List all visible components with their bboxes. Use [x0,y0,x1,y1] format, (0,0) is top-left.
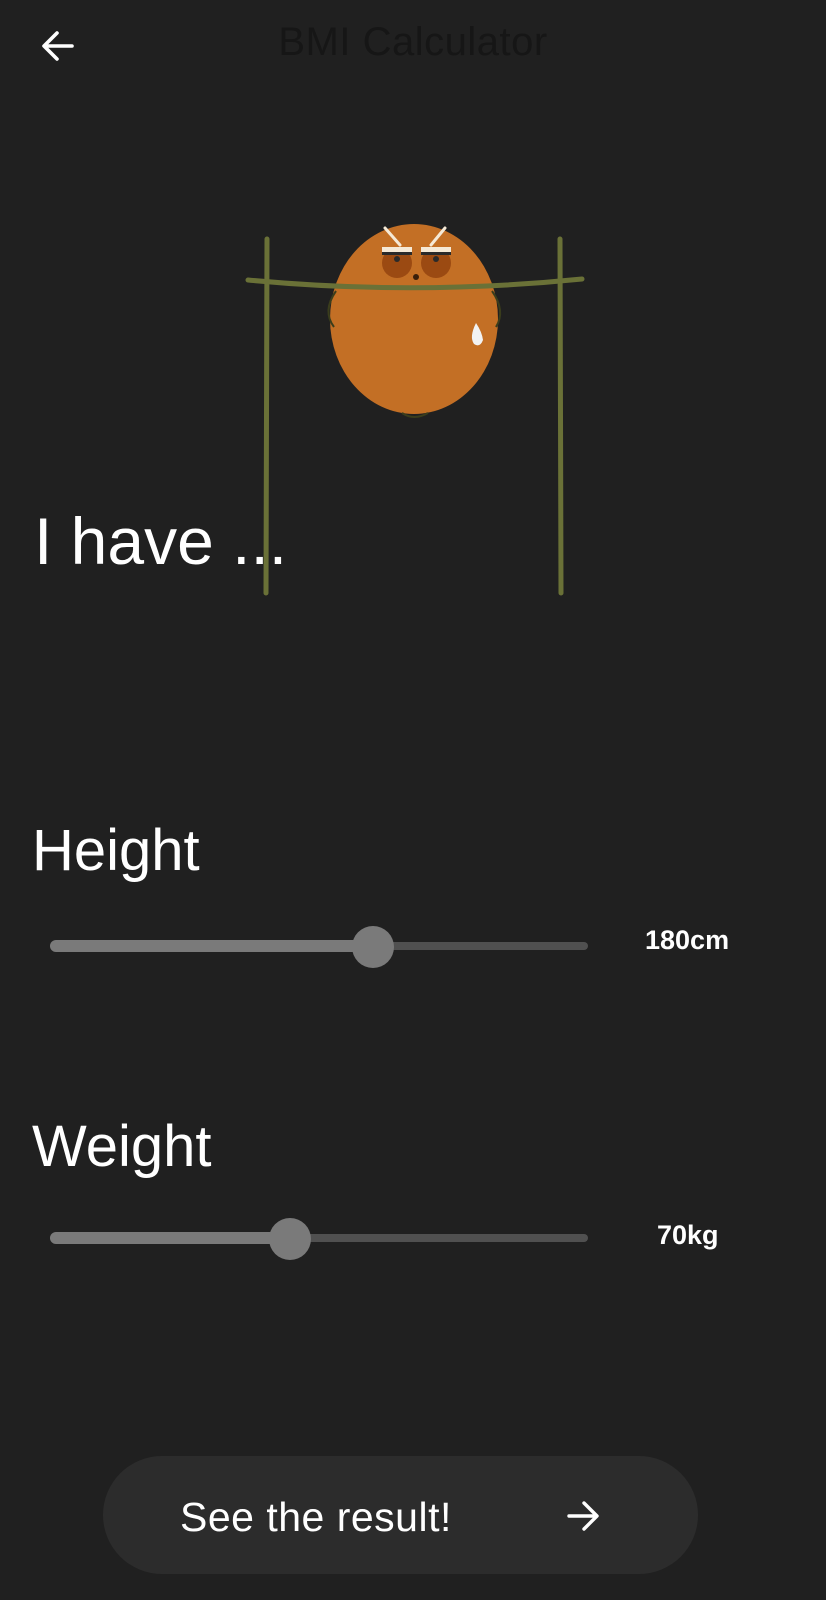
arrow-right-icon [567,1501,599,1531]
app-bar: BMI Calculator [0,0,826,90]
see-result-label: See the result! [180,1494,452,1540]
height-value: 180cm [645,925,730,955]
see-result-button[interactable]: See the result! [103,1456,698,1574]
weight-slider-active-track [50,1232,291,1244]
weight-value: 70kg [657,1220,719,1250]
weight-slider-thumb[interactable] [269,1218,312,1260]
height-label: Height [32,818,200,883]
weight-slider[interactable] [50,1218,588,1260]
height-slider-active-track [50,940,373,952]
weight-label: Weight [32,1114,212,1179]
character-body [330,224,498,414]
page-heading: I have ... [34,504,288,578]
height-slider[interactable] [50,926,588,968]
pull-up-illustration [240,215,585,600]
height-slider-thumb[interactable] [351,926,394,968]
right-post [557,236,564,596]
app-title: BMI Calculator [278,20,548,64]
